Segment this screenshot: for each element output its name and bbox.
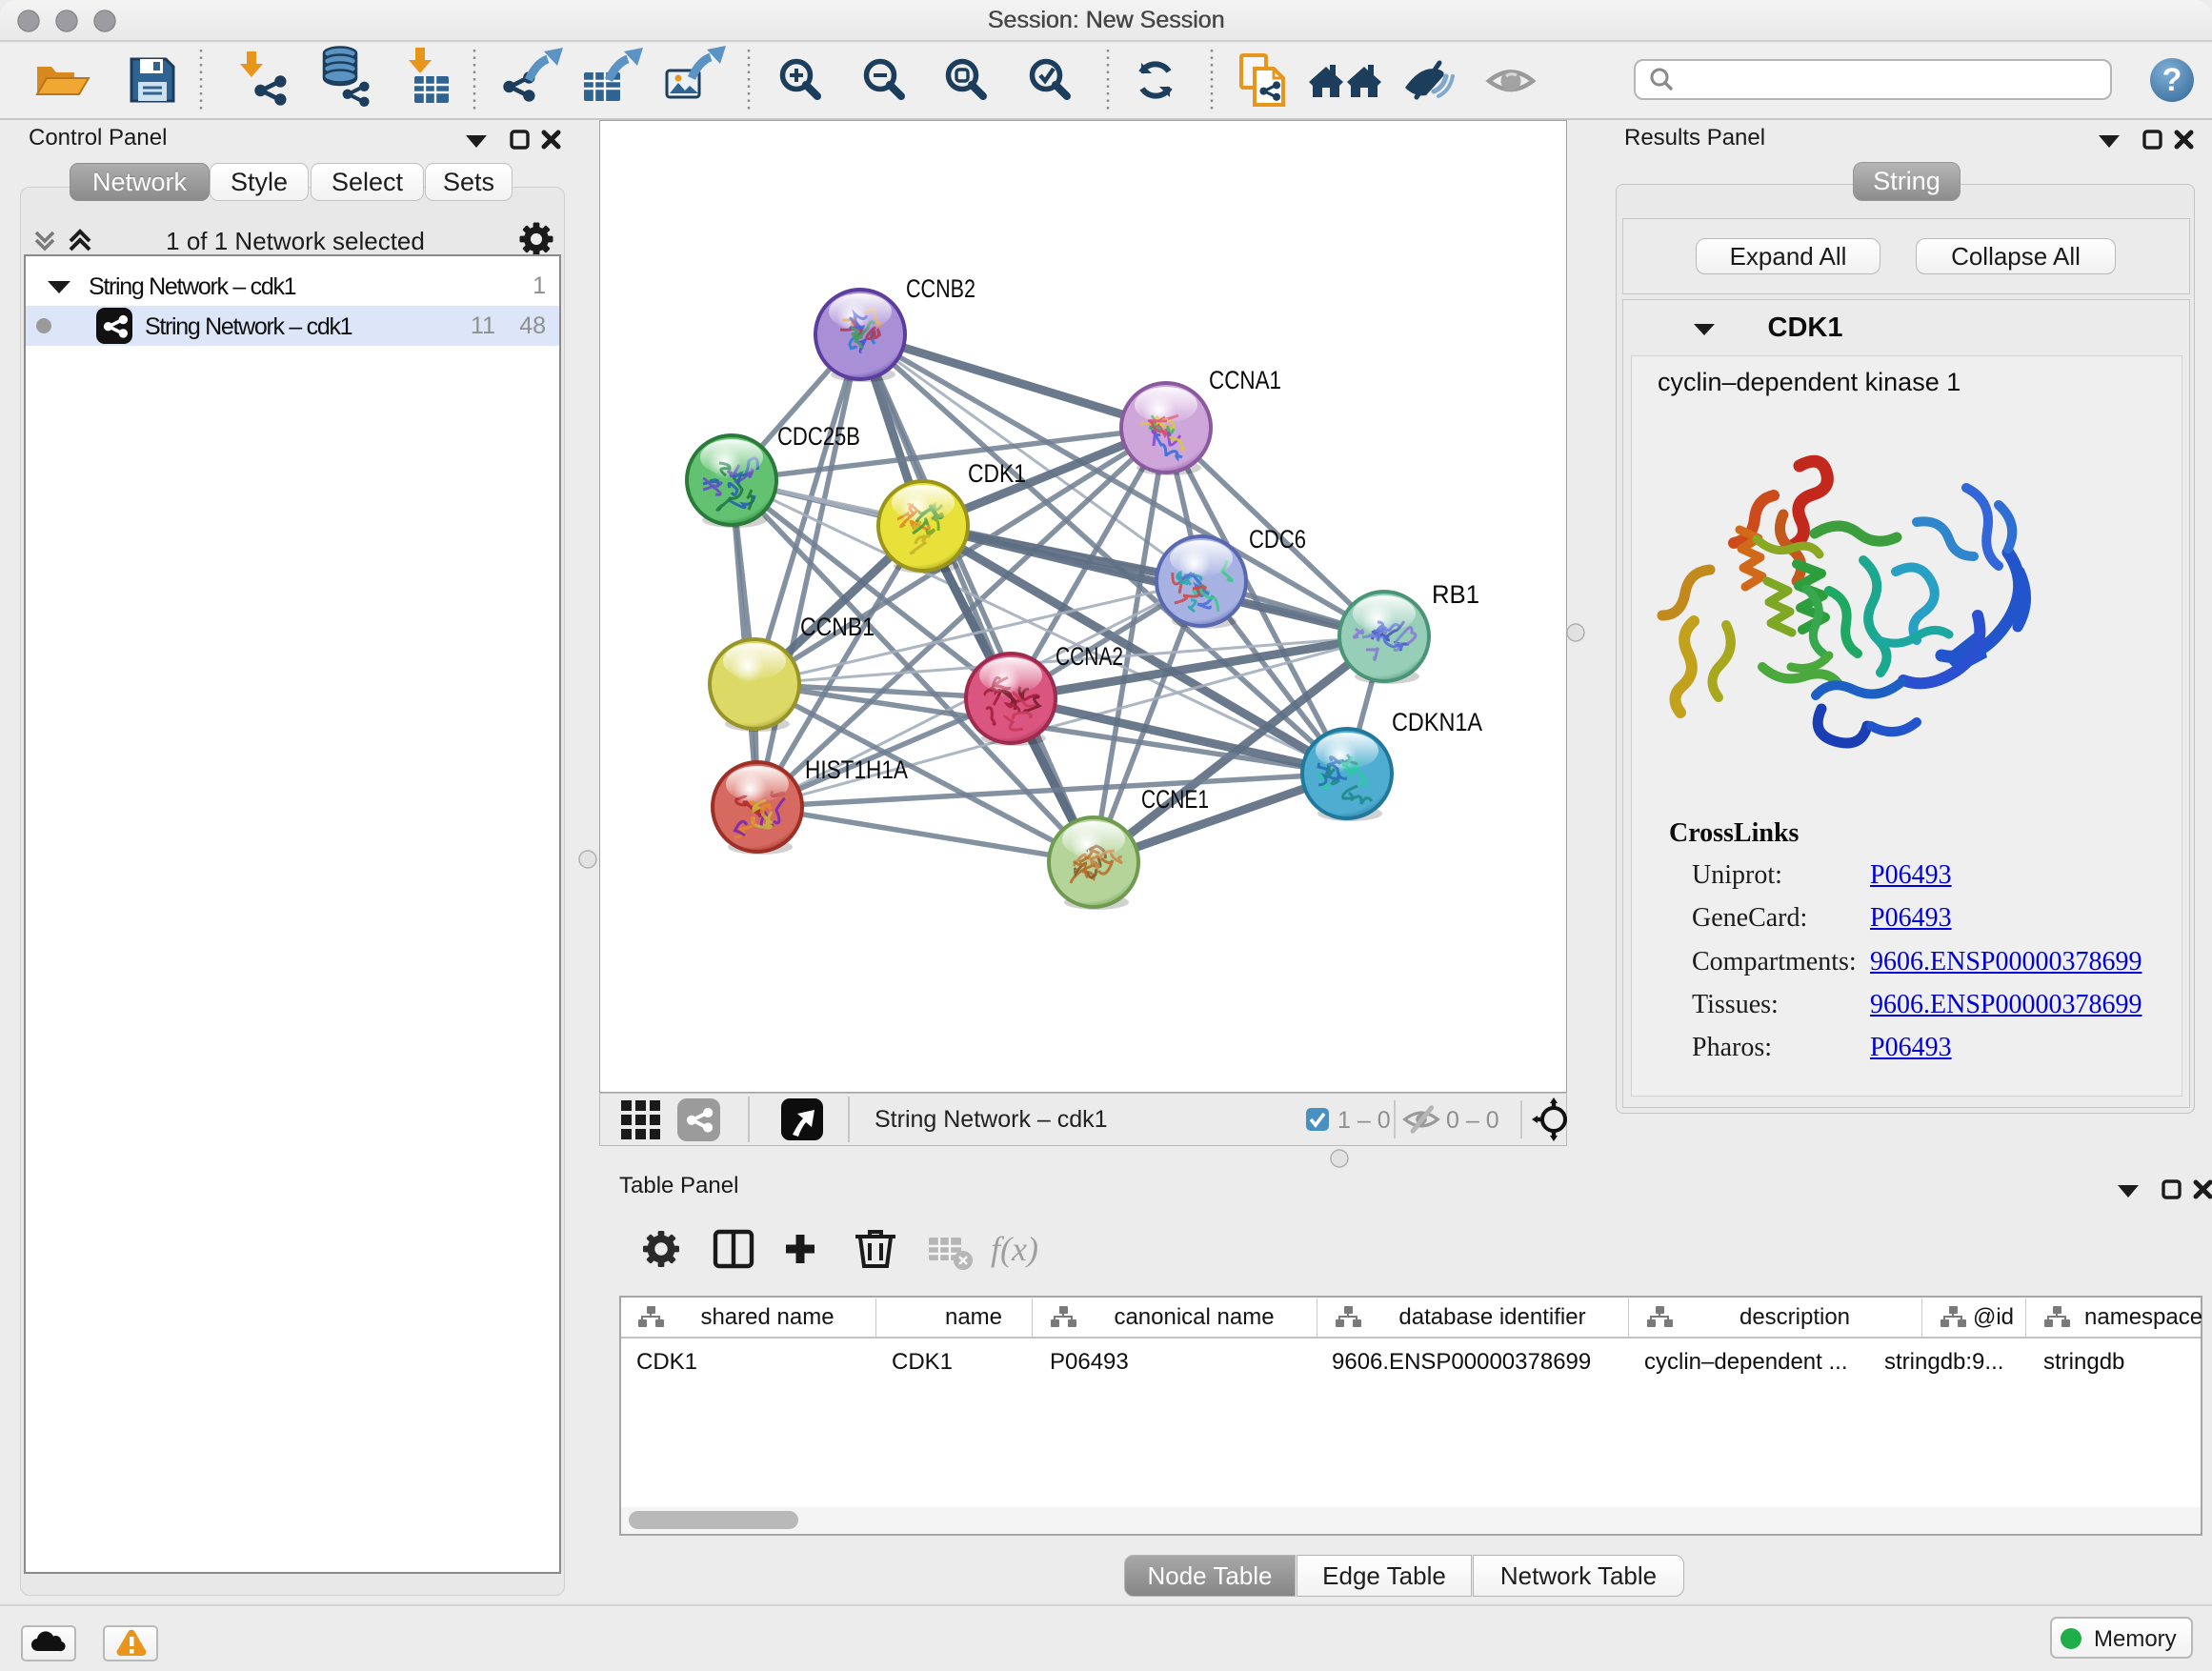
svg-text:CCNE1: CCNE1 — [1141, 785, 1209, 814]
svg-text:HIST1H1A: HIST1H1A — [805, 755, 908, 784]
svg-text:CDK1: CDK1 — [968, 459, 1026, 488]
svg-text:CCNB1: CCNB1 — [800, 613, 875, 641]
svg-text:CDC25B: CDC25B — [777, 422, 860, 451]
svg-text:f(x): f(x) — [991, 1230, 1038, 1268]
svg-text:CCNA2: CCNA2 — [1056, 642, 1123, 671]
svg-text:CDC6: CDC6 — [1249, 525, 1306, 554]
svg-text:CCNA1: CCNA1 — [1209, 366, 1281, 394]
svg-text:CCNB2: CCNB2 — [906, 274, 975, 303]
svg-text:CDKN1A: CDKN1A — [1392, 708, 1482, 736]
svg-text:RB1: RB1 — [1432, 580, 1479, 609]
svg-text:?: ? — [2162, 62, 2182, 98]
